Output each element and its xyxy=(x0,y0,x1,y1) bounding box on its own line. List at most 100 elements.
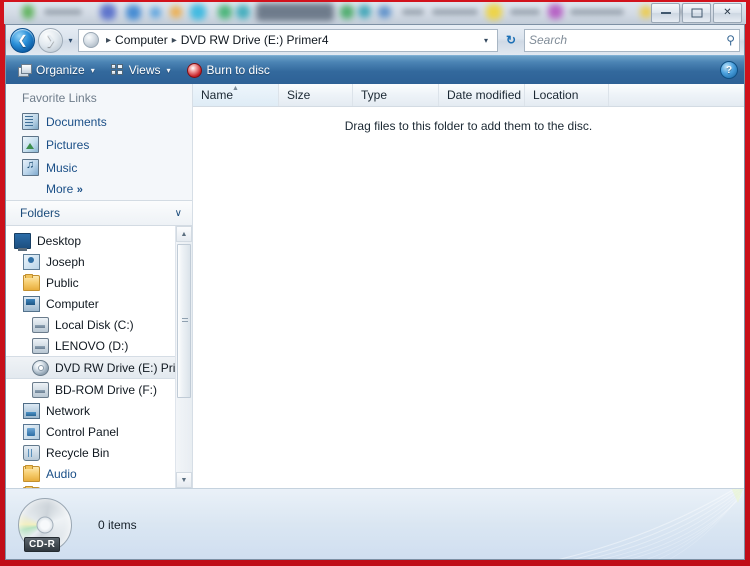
hard-disk-icon xyxy=(32,381,49,398)
breadcrumb-dropdown-caret-icon[interactable]: ▾ xyxy=(477,36,495,45)
column-header[interactable]: Location xyxy=(525,84,609,106)
history-dropdown-caret-icon[interactable]: ▾ xyxy=(66,36,75,45)
tree-item-label: Local Disk (C:) xyxy=(55,317,134,332)
optical-disc-icon xyxy=(32,359,49,376)
breadcrumb-separator-icon: ▸ xyxy=(171,34,177,46)
tree-item[interactable]: BD-ROM Drive (F:) xyxy=(6,379,176,400)
column-header-label: Name xyxy=(201,88,234,102)
folder-tree: Desktop Joseph Public Computer Local Disk (C… xyxy=(6,225,192,488)
tree-item[interactable]: DVD RW Drive (E:) Prime xyxy=(6,356,176,379)
organize-icon xyxy=(18,64,32,77)
drive-icon xyxy=(83,32,99,48)
recycle-bin-icon xyxy=(23,444,40,461)
tree-item[interactable]: Joseph xyxy=(6,251,176,272)
column-header-label: Date modified xyxy=(447,88,522,102)
tree-item[interactable]: Local Disk (C:) xyxy=(6,314,176,335)
chevron-down-icon: ∨ xyxy=(174,207,182,219)
sidebar-item-pictures[interactable]: Pictures xyxy=(6,133,192,156)
minimize-button[interactable] xyxy=(651,3,680,23)
sidebar-item-label: Music xyxy=(46,160,78,175)
empty-folder-message: Drag files to this folder to add them to… xyxy=(344,119,593,133)
maximize-button[interactable] xyxy=(682,3,711,23)
explorer-window: ❮ ❯ ▾ ▸ Computer ▸ DVD RW Drive (E:) Pri… xyxy=(5,24,745,560)
hard-disk-icon xyxy=(32,337,49,354)
sidebar-item-documents[interactable]: Documents xyxy=(6,110,192,133)
views-icon xyxy=(110,64,124,76)
tree-item-label: Network xyxy=(46,403,91,418)
organize-button[interactable]: Organize ▾ xyxy=(12,61,101,79)
column-header[interactable]: Type xyxy=(353,84,439,106)
tree-item[interactable]: LENOVO (D:) xyxy=(6,335,176,356)
window-controls[interactable]: ✕ xyxy=(651,3,742,23)
folder-tree-rows: Desktop Joseph Public Computer Local Disk (C… xyxy=(6,226,176,488)
address-bar-row: ❮ ❯ ▾ ▸ Computer ▸ DVD RW Drive (E:) Pri… xyxy=(6,25,744,55)
pictures-icon xyxy=(22,136,39,153)
disc-icon: CD-R xyxy=(18,498,72,552)
tree-item-label: Public xyxy=(46,275,79,290)
sidebar-more-button[interactable]: More » xyxy=(6,179,192,200)
sidebar-item-label: Documents xyxy=(46,114,107,129)
tree-item-label: DVD RW Drive (E:) Prime xyxy=(55,360,176,375)
folder-tree-scrollbar[interactable]: ▲ ▼ xyxy=(175,226,192,488)
chevron-down-icon: ▾ xyxy=(90,65,95,75)
network-icon xyxy=(23,402,40,419)
column-header-label: Size xyxy=(287,88,311,102)
column-header-label: Type xyxy=(361,88,388,102)
tree-item[interactable]: Audio xyxy=(6,463,176,484)
column-header[interactable]: ▲ Name xyxy=(193,84,279,106)
tree-item[interactable]: Computer xyxy=(6,293,176,314)
scroll-up-button[interactable]: ▲ xyxy=(176,226,192,242)
sidebar-item-label: Pictures xyxy=(46,137,90,152)
search-icon: ⚲ xyxy=(726,33,735,47)
burn-disc-icon xyxy=(186,62,202,78)
breadcrumb-item-drive[interactable]: DVD RW Drive (E:) Primer4 xyxy=(181,33,329,47)
search-input[interactable]: Search xyxy=(529,33,726,47)
user-folder-icon xyxy=(23,253,40,270)
breadcrumb-separator-icon: ▸ xyxy=(106,34,112,46)
help-button[interactable]: ? xyxy=(720,61,738,79)
views-label: Views xyxy=(128,63,161,77)
breadcrumb[interactable]: ▸ Computer ▸ DVD RW Drive (E:) Primer4 ▾ xyxy=(78,28,498,52)
refresh-button[interactable]: ↻ xyxy=(501,30,521,51)
tree-item-label: BD-ROM Drive (F:) xyxy=(55,382,157,397)
documents-icon xyxy=(22,113,39,130)
scrollbar-thumb[interactable] xyxy=(177,244,191,398)
tree-item-label: Computer xyxy=(46,296,99,311)
computer-icon xyxy=(23,295,40,312)
navigation-pane: Favorite Links Documents Pictures Music … xyxy=(6,84,193,488)
tree-item[interactable]: Desktop xyxy=(6,230,176,251)
burn-to-disc-label: Burn to disc xyxy=(206,63,270,77)
close-button[interactable]: ✕ xyxy=(713,3,742,23)
folders-label: Folders xyxy=(20,206,61,220)
search-box[interactable]: Search ⚲ xyxy=(524,28,740,52)
column-header[interactable]: Date modified xyxy=(439,84,525,106)
forward-arrow-icon: ❯ xyxy=(45,33,56,47)
breadcrumb-item-computer[interactable]: Computer xyxy=(115,33,168,47)
close-icon: ✕ xyxy=(723,7,732,18)
tree-item-label: Audio xyxy=(46,466,77,481)
double-chevron-right-icon: » xyxy=(76,184,83,196)
tree-item[interactable]: Public xyxy=(6,272,176,293)
column-headers: ▲ Name Size Type Date modified Location xyxy=(193,84,744,107)
sidebar-item-music[interactable]: Music xyxy=(6,156,192,179)
column-header[interactable]: Size xyxy=(279,84,353,106)
burn-to-disc-button[interactable]: Burn to disc xyxy=(181,61,276,80)
tree-item-label: Joseph xyxy=(46,254,85,269)
tree-item[interactable]: Network xyxy=(6,400,176,421)
folder-icon xyxy=(23,273,40,291)
tree-item[interactable]: Control Panel xyxy=(6,421,176,442)
views-button[interactable]: Views ▾ xyxy=(105,61,177,79)
status-bar: CD-R 0 items xyxy=(6,488,744,559)
blurred-browser-chrome-strip xyxy=(4,2,746,24)
scroll-down-button[interactable]: ▼ xyxy=(176,472,192,488)
toolbar: Organize ▾ Views ▾ Burn to disc ? xyxy=(6,55,744,84)
more-label: More xyxy=(46,182,74,196)
tree-item[interactable]: Recycle Bin xyxy=(6,442,176,463)
folders-header[interactable]: Folders ∨ xyxy=(6,200,192,225)
back-arrow-icon: ❮ xyxy=(17,33,28,47)
disc-type-tag: CD-R xyxy=(24,537,61,552)
forward-button[interactable]: ❯ xyxy=(38,27,63,53)
sort-ascending-icon: ▲ xyxy=(232,85,239,92)
favorite-links-title: Favorite Links xyxy=(22,91,97,105)
back-button[interactable]: ❮ xyxy=(10,27,35,53)
